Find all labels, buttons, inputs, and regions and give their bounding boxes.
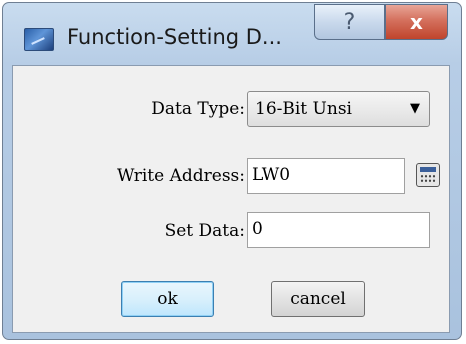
write-address-label: Write Address: xyxy=(117,166,245,186)
data-type-select[interactable]: 16-Bit Unsi ▼ xyxy=(247,91,430,127)
close-button[interactable]: x xyxy=(385,4,448,40)
write-address-field[interactable]: LW0 xyxy=(247,158,405,194)
function-setting-dialog: Function-Setting D... ? x Data Type: 16-… xyxy=(2,2,462,340)
help-button[interactable]: ? xyxy=(314,4,385,40)
title-bar[interactable]: Function-Setting D... ? x xyxy=(3,3,461,65)
cancel-button[interactable]: cancel xyxy=(271,281,365,317)
ok-button[interactable]: ok xyxy=(121,281,214,317)
write-address-value: LW0 xyxy=(252,165,291,185)
calculator-icon xyxy=(416,163,440,187)
data-type-label: Data Type: xyxy=(151,99,245,119)
dialog-body: Data Type: 16-Bit Unsi ▼ Write Address: … xyxy=(12,65,450,333)
set-data-field[interactable]: 0 xyxy=(247,212,430,248)
address-picker-button[interactable] xyxy=(416,163,440,187)
close-icon: x xyxy=(410,10,423,34)
set-data-value: 0 xyxy=(252,219,263,239)
help-icon: ? xyxy=(343,9,356,35)
chevron-down-icon: ▼ xyxy=(410,101,420,116)
set-data-label: Set Data: xyxy=(164,221,245,241)
window-title: Function-Setting D... xyxy=(67,25,282,49)
app-window-icon xyxy=(24,28,54,51)
ok-button-label: ok xyxy=(157,289,178,309)
cancel-button-label: cancel xyxy=(290,289,346,309)
data-type-value: 16-Bit Unsi xyxy=(255,99,352,119)
